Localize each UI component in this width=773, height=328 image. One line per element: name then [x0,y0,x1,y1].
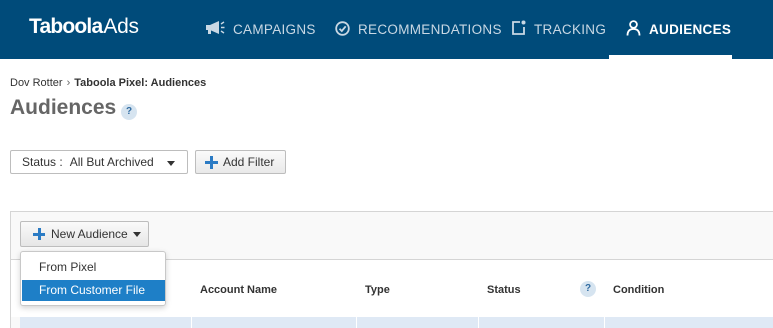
menu-item-from-pixel[interactable]: From Pixel [22,257,165,278]
status-filter-label: Status : [22,155,63,169]
person-icon [626,20,641,39]
megaphone-icon [205,21,225,38]
plus-icon [33,228,45,240]
page-title: Audiences [10,96,117,119]
status-filter-value: All But Archived [69,155,154,169]
nav-tracking-label: TRACKING [534,22,607,37]
nav-recommendations[interactable]: RECOMMENDATIONS [335,0,502,59]
column-divider [191,317,192,328]
column-header-account-name[interactable]: Account Name [200,284,277,296]
new-audience-label: New Audience [51,227,128,241]
status-help-icon[interactable]: ? [580,281,596,297]
logo-brand: Taboola [29,15,103,38]
column-header-condition[interactable]: Condition [613,284,664,296]
breadcrumb: Dov Rotter › Taboola Pixel: Audiences [10,77,206,89]
logo-product: Ads [103,15,139,38]
breadcrumb-separator: › [66,77,71,89]
breadcrumb-account[interactable]: Dov Rotter [10,77,63,89]
new-audience-menu: From Pixel From Customer File [20,251,166,306]
column-divider [478,317,479,328]
nav-audiences[interactable]: AUDIENCES [626,0,731,59]
taboola-ads-logo[interactable]: TaboolaAds [29,15,139,39]
status-filter-dropdown[interactable]: Status : All But Archived [10,150,188,174]
column-header-status[interactable]: Status [487,284,521,296]
column-divider [604,317,605,328]
add-filter-label: Add Filter [223,155,275,169]
top-nav-bar: TaboolaAds CAMPAIGNS RECOMMENDATIONS TRA… [0,0,773,59]
check-circle-icon [335,20,350,39]
menu-item-from-customer-file[interactable]: From Customer File [22,280,165,301]
nav-recommendations-label: RECOMMENDATIONS [358,22,502,37]
nav-tracking[interactable]: TRACKING [511,0,606,59]
new-audience-button[interactable]: New Audience [20,221,149,247]
plus-icon [205,155,218,169]
add-filter-button[interactable]: Add Filter [195,150,286,174]
breadcrumb-current: Taboola Pixel: Audiences [74,77,207,89]
column-header-type[interactable]: Type [365,284,390,296]
nav-campaigns-label: CAMPAIGNS [233,22,316,37]
chevron-down-icon [167,161,175,166]
table-row[interactable] [20,317,773,328]
column-divider [356,317,357,328]
nav-campaigns[interactable]: CAMPAIGNS [205,0,316,59]
help-icon[interactable]: ? [121,104,137,120]
chevron-down-icon [132,231,141,237]
active-tab-indicator [609,55,732,59]
nav-audiences-label: AUDIENCES [649,22,732,37]
tracking-icon [511,20,526,39]
